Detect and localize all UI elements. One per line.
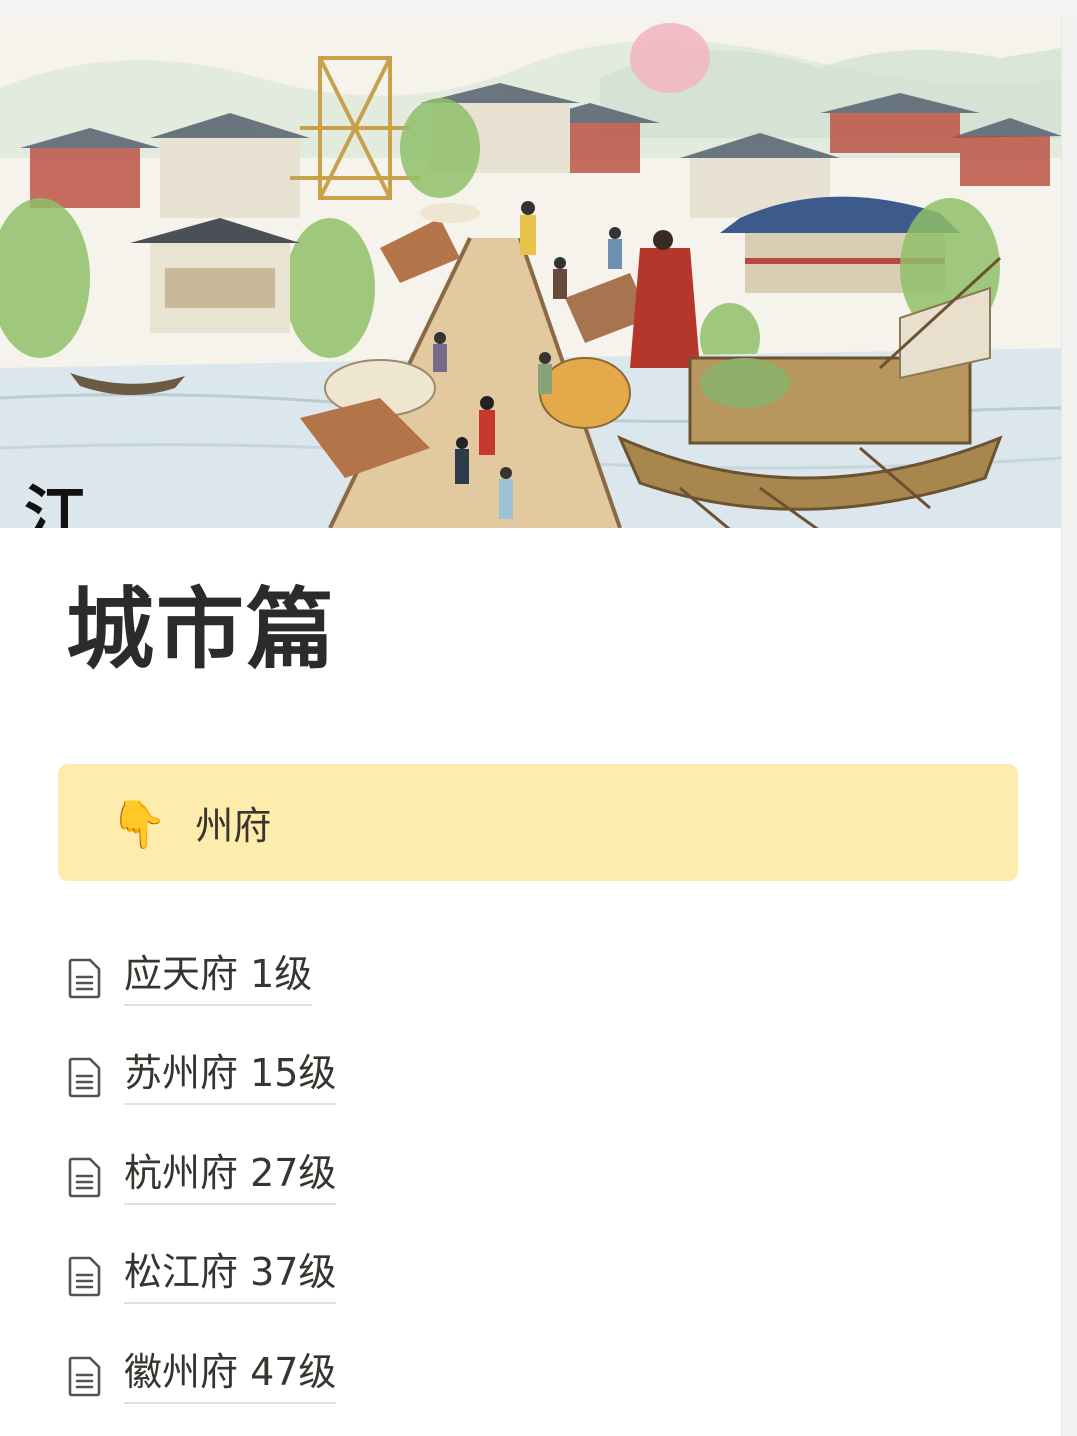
subpage-link[interactable]: 徽州府 47级 xyxy=(66,1328,337,1428)
page-title[interactable]: 城市篇 xyxy=(66,575,336,685)
point-down-icon[interactable]: 👇 xyxy=(110,801,167,847)
cover-image[interactable]: 江 xyxy=(0,18,1062,528)
scrollbar[interactable] xyxy=(1061,18,1077,1436)
subpage-title[interactable]: 松江府 37级 xyxy=(124,1244,337,1305)
subpage-list: 应天府 1级 苏州府 15级 杭州府 27级 松江府 37级 徽州府 47级 xyxy=(66,930,337,1428)
subpage-title[interactable]: 杭州府 27级 xyxy=(124,1145,337,1205)
page-icon xyxy=(68,958,101,999)
subpage-link[interactable]: 应天府 1级 xyxy=(66,930,336,1030)
page-icon xyxy=(68,1057,101,1098)
subpage-title[interactable]: 苏州府 15级 xyxy=(124,1045,337,1106)
callout-block[interactable]: 👇 州府 xyxy=(58,764,1018,881)
cover-calligraphy: 江 xyxy=(24,479,88,528)
page-icon xyxy=(68,1157,101,1198)
cover-painting: 江 xyxy=(0,18,1062,528)
subpage-link[interactable]: 杭州府 27级 xyxy=(66,1129,337,1229)
callout-text[interactable]: 州府 xyxy=(195,795,271,850)
notion-page: 江 城市篇 👇 州府 应天府 1级 苏州府 15级 杭州府 27级 松江府 37… xyxy=(0,0,1077,1436)
page-icon xyxy=(68,1256,101,1297)
subpage-title[interactable]: 应天府 1级 xyxy=(124,946,313,1006)
page-icon xyxy=(68,1356,101,1397)
subpage-link[interactable]: 苏州府 15级 xyxy=(66,1030,337,1130)
top-strip xyxy=(0,0,1077,18)
subpage-link[interactable]: 松江府 37级 xyxy=(66,1229,337,1329)
subpage-title[interactable]: 徽州府 47级 xyxy=(124,1344,337,1404)
